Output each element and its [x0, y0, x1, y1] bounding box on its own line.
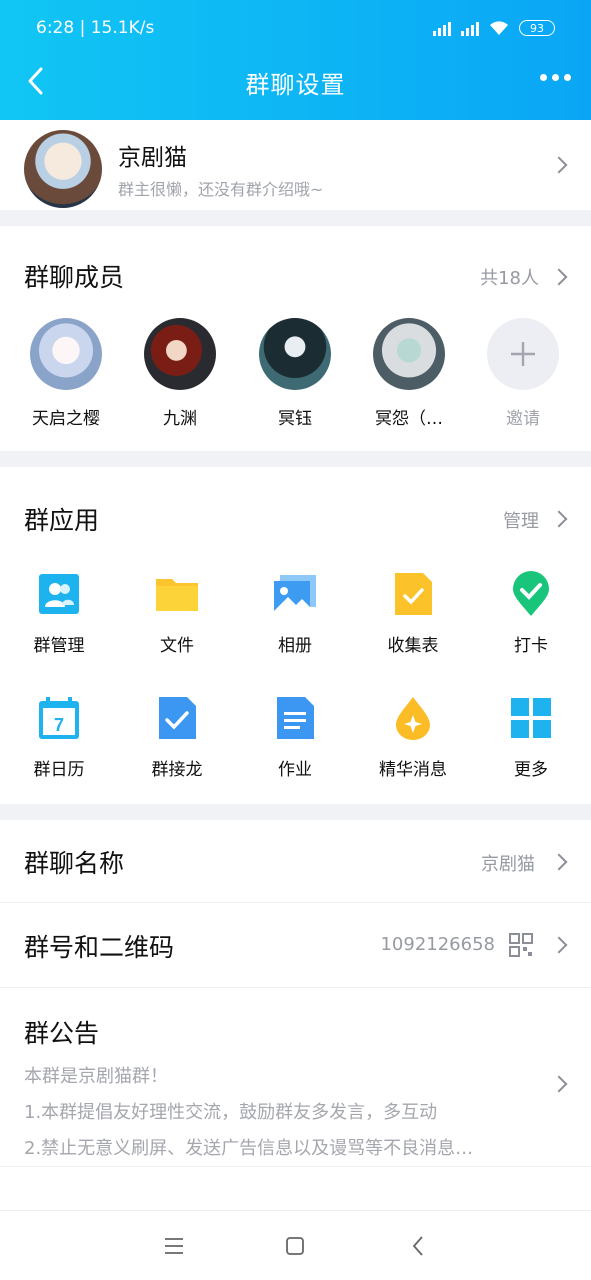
members-title: 群聊成员	[24, 263, 125, 292]
app-relay[interactable]: 群接龙	[122, 695, 232, 780]
member-name: 冥怨（…	[375, 409, 443, 429]
group-notice-label: 群公告	[24, 1019, 100, 1048]
settings-section: 群聊名称 京剧猫 群号和二维码 1092126658 群公告 本群是京剧猫群！ …	[0, 820, 591, 1210]
group-id-label: 群号和二维码	[24, 933, 175, 962]
app-files[interactable]: 文件	[122, 571, 232, 656]
home-icon[interactable]	[285, 1236, 305, 1256]
notice-line: 1.本群提倡友好理性交流，鼓励群友多发言，多互动	[24, 1102, 438, 1123]
group-avatar	[24, 130, 102, 208]
invite-button[interactable]: 邀请	[468, 318, 578, 429]
chevron-right-icon	[550, 156, 568, 174]
chevron-right-icon	[550, 936, 568, 954]
checkin-icon	[513, 571, 549, 616]
app-checkin[interactable]: 打卡	[476, 571, 586, 656]
signal-icon-2	[461, 20, 479, 36]
avatar	[144, 318, 216, 390]
chevron-right-icon	[550, 853, 568, 871]
avatar	[373, 318, 445, 390]
group-name-value: 京剧猫	[481, 854, 535, 875]
status-time: 6:28	[36, 18, 75, 38]
more-apps-icon	[511, 698, 551, 738]
essence-icon	[396, 697, 430, 740]
invite-label: 邀请	[506, 409, 540, 429]
app-homework[interactable]: 作业	[240, 695, 350, 780]
avatar	[259, 318, 331, 390]
app-label: 作业	[278, 760, 312, 780]
divider	[0, 1166, 591, 1167]
system-navigation-bar	[0, 1210, 591, 1280]
member-name: 冥钰	[278, 409, 312, 429]
nav-back-icon[interactable]	[410, 1235, 426, 1257]
app-group-manage[interactable]: 群管理	[4, 571, 114, 656]
album-icon	[274, 575, 316, 613]
members-section: 群聊成员 共18人 天启之樱 九渊 冥钰 冥怨（… 邀请	[0, 226, 591, 451]
chevron-right-icon[interactable]	[550, 268, 568, 286]
app-label: 文件	[160, 636, 194, 656]
app-form[interactable]: 收集表	[358, 571, 468, 656]
app-calendar[interactable]: 7 群日历	[4, 695, 114, 780]
svg-text:7: 7	[54, 715, 64, 735]
signal-icon	[433, 20, 451, 36]
notice-line: 本群是京剧猫群！	[24, 1066, 168, 1087]
network-speed: 15.1K/s	[90, 18, 155, 38]
relay-icon	[159, 697, 196, 739]
member-item[interactable]: 冥钰	[240, 318, 350, 429]
app-label: 群接龙	[151, 760, 203, 780]
app-label: 相册	[278, 636, 312, 656]
avatar	[30, 318, 102, 390]
menu-icon[interactable]	[164, 1237, 184, 1255]
app-label: 更多	[514, 760, 548, 780]
battery-level: 93	[530, 21, 544, 35]
group-description: 群主很懒，还没有群介绍哦~	[118, 180, 324, 199]
form-icon	[395, 573, 432, 615]
notice-line: 2.禁止无意义刷屏、发送广告信息以及谩骂等不良消息…	[24, 1138, 474, 1159]
homework-icon	[277, 697, 314, 739]
group-id-value: 1092126658	[380, 934, 495, 955]
battery-icon: 93	[519, 20, 555, 36]
folder-icon	[156, 579, 198, 611]
group-id-row[interactable]: 群号和二维码 1092126658	[0, 903, 591, 987]
header-bar: 6:28 | 15.1K/s 93 群聊设置	[0, 0, 591, 120]
group-profile-row[interactable]: 京剧猫 群主很懒，还没有群介绍哦~	[0, 120, 591, 210]
qr-code-icon	[509, 933, 533, 957]
back-icon[interactable]	[22, 66, 52, 96]
app-label: 群管理	[33, 636, 85, 656]
group-notice-row[interactable]: 群公告 本群是京剧猫群！ 1.本群提倡友好理性交流，鼓励群友多发言，多互动 2.…	[0, 988, 591, 1159]
page-title: 群聊设置	[245, 70, 346, 99]
member-count[interactable]: 共18人	[480, 264, 539, 290]
group-manage-icon	[39, 574, 79, 614]
status-bar: 6:28 | 15.1K/s 93	[36, 14, 555, 42]
app-essence[interactable]: 精华消息	[358, 695, 468, 780]
member-name: 天启之樱	[32, 409, 100, 429]
add-icon	[487, 318, 559, 390]
app-more[interactable]: 更多	[476, 695, 586, 780]
chevron-right-icon	[550, 1075, 568, 1093]
group-name-label: 群聊名称	[24, 849, 125, 878]
app-label: 收集表	[387, 636, 439, 656]
apps-manage-link[interactable]: 管理	[503, 507, 539, 533]
member-item[interactable]: 天启之樱	[11, 318, 121, 429]
member-item[interactable]: 九渊	[125, 318, 235, 429]
member-item[interactable]: 冥怨（…	[354, 318, 464, 429]
member-name: 九渊	[163, 409, 197, 429]
app-album[interactable]: 相册	[240, 571, 350, 656]
apps-title: 群应用	[24, 506, 100, 535]
group-name: 京剧猫	[118, 145, 187, 171]
app-label: 精华消息	[379, 760, 447, 780]
app-label: 群日历	[33, 760, 85, 780]
chevron-right-icon[interactable]	[550, 510, 568, 528]
group-name-row[interactable]: 群聊名称 京剧猫	[0, 820, 591, 902]
calendar-icon: 7	[39, 697, 79, 739]
app-label: 打卡	[514, 636, 548, 656]
more-options-icon[interactable]	[540, 74, 571, 81]
apps-section: 群应用 管理 群管理 文件 相册 收集表 打卡 7 群日历 群接龙 作业 精华消…	[0, 467, 591, 804]
wifi-icon	[490, 21, 508, 35]
